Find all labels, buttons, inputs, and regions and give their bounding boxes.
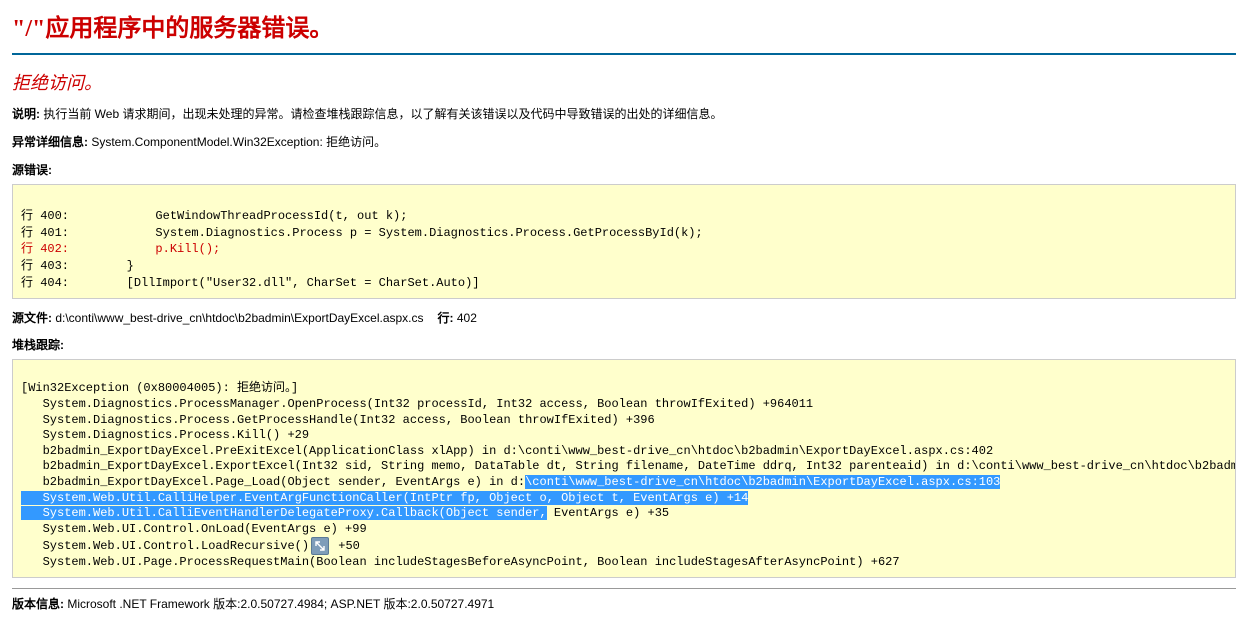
source-line-401: 行 401: System.Diagnostics.Process p = Sy…	[21, 226, 703, 240]
exception-details-line: 异常详细信息: System.ComponentModel.Win32Excep…	[12, 133, 1236, 151]
stack-frame-post: +50	[331, 539, 360, 553]
accelerator-icon[interactable]	[311, 537, 329, 555]
explanation-label: 说明:	[12, 107, 43, 121]
stack-frame: System.Web.UI.Page.ProcessRequestMain(Bo…	[21, 555, 900, 569]
version-label: 版本信息:	[12, 597, 67, 611]
source-line-number: 402	[457, 311, 477, 325]
source-line-402: 行 402: p.Kill();	[21, 242, 220, 256]
stack-trace-label: 堆栈跟踪:	[12, 336, 1236, 353]
stack-frame-highlighted: System.Web.Util.CalliEventHandlerDelegat…	[21, 506, 547, 520]
exception-label: 异常详细信息:	[12, 135, 91, 149]
explanation-line: 说明: 执行当前 Web 请求期间，出现未处理的异常。请检查堆栈跟踪信息，以了解…	[12, 105, 1236, 123]
stack-trace-code: [Win32Exception (0x80004005): 拒绝访问。] Sys…	[12, 359, 1236, 578]
bottom-divider	[12, 588, 1236, 589]
version-info-line: 版本信息: Microsoft .NET Framework 版本:2.0.50…	[12, 595, 1236, 612]
stack-frame: b2badmin_ExportDayExcel.PreExitExcel(App…	[21, 444, 993, 458]
stack-frame-highlighted: System.Web.Util.CalliHelper.EventArgFunc…	[21, 491, 748, 505]
stack-frame: System.Diagnostics.Process.Kill() +29	[21, 428, 309, 442]
source-line-404: 行 404: [DllImport("User32.dll", CharSet …	[21, 276, 479, 290]
page-title: "/"应用程序中的服务器错误。	[12, 8, 1236, 49]
stack-frame: b2badmin_ExportDayExcel.ExportExcel(Int3…	[21, 459, 1236, 473]
exception-text: System.ComponentModel.Win32Exception: 拒绝…	[91, 135, 386, 149]
stack-frame: System.Web.UI.Control.OnLoad(EventArgs e…	[21, 522, 367, 536]
source-error-code: 行 400: GetWindowThreadProcessId(t, out k…	[12, 184, 1236, 299]
error-subtitle: 拒绝访问。	[12, 69, 1236, 95]
source-file-label: 源文件:	[12, 311, 55, 325]
source-error-label: 源错误:	[12, 161, 1236, 178]
stack-frame: System.Diagnostics.ProcessManager.OpenPr…	[21, 397, 813, 411]
source-line-403: 行 403: }	[21, 259, 134, 273]
stack-frame: System.Diagnostics.Process.GetProcessHan…	[21, 413, 655, 427]
source-file-line: 源文件: d:\conti\www_best-drive_cn\htdoc\b2…	[12, 309, 1236, 326]
stack-frame-highlighted: \conti\www_best-drive_cn\htdoc\b2badmin\…	[525, 475, 1000, 489]
source-line-400: 行 400: GetWindowThreadProcessId(t, out k…	[21, 209, 407, 223]
explanation-text: 执行当前 Web 请求期间，出现未处理的异常。请检查堆栈跟踪信息，以了解有关该错…	[43, 107, 722, 121]
stack-frame-plain: EventArgs e) +35	[547, 506, 669, 520]
source-line-label: 行:	[438, 311, 457, 325]
title-divider	[12, 53, 1236, 55]
stack-frame-pre: System.Web.UI.Control.LoadRecursive()	[21, 539, 309, 553]
stack-header: [Win32Exception (0x80004005): 拒绝访问。]	[21, 381, 298, 395]
version-text: Microsoft .NET Framework 版本:2.0.50727.49…	[67, 597, 494, 611]
stack-frame-plain: b2badmin_ExportDayExcel.Page_Load(Object…	[21, 475, 525, 489]
source-file-path: d:\conti\www_best-drive_cn\htdoc\b2badmi…	[55, 311, 423, 325]
